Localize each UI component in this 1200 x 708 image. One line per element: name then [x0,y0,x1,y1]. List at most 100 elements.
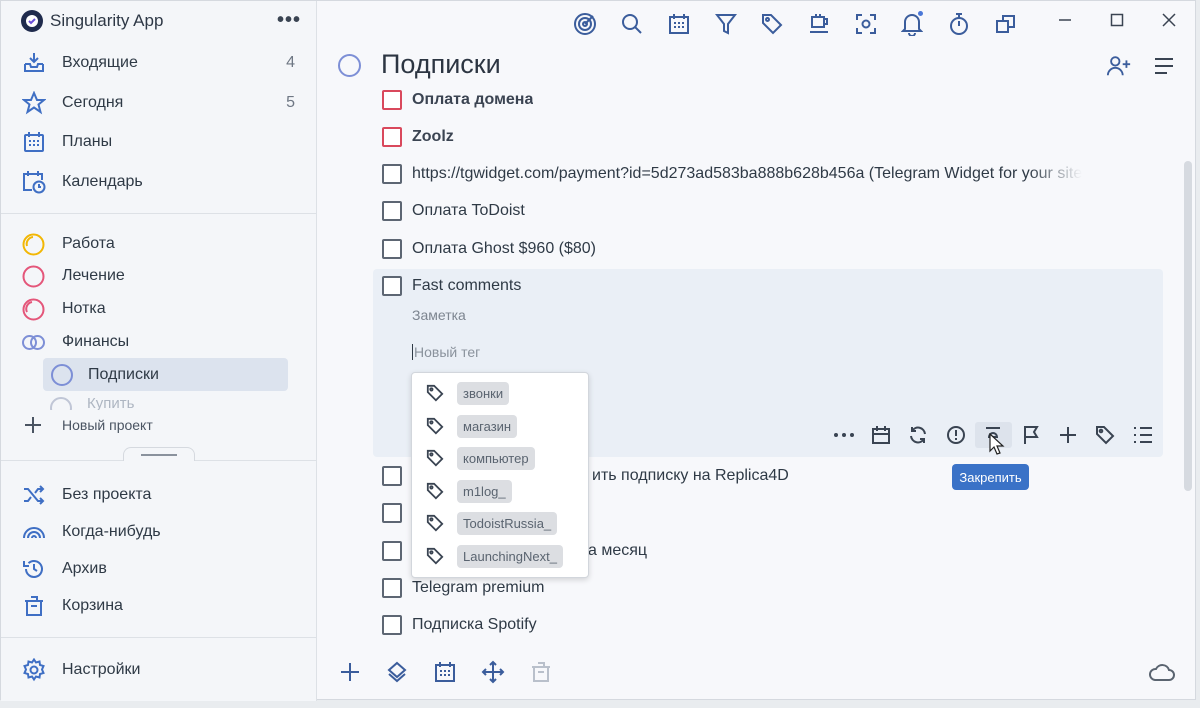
count-badge: 5 [286,94,295,111]
page-title: Подписки [381,49,501,79]
sidebar-item-someday[interactable]: Когда-нибудь [21,517,297,547]
tag-option[interactable]: m1log_ [426,478,586,504]
habit-cup-icon[interactable] [806,11,832,37]
task-title[interactable]: Zoolz [412,128,454,146]
tag-icon[interactable] [759,11,785,37]
sidebar-item-no-project[interactable]: Без проекта [21,480,297,510]
tag-option[interactable]: компьютер [426,445,586,471]
sidebar-item-inbox[interactable]: Входящие 4 [21,48,297,78]
menu-lines-icon[interactable] [1151,53,1177,79]
history-icon [21,557,46,582]
project-finance[interactable]: Финансы [21,328,297,356]
project-status-circle[interactable] [338,54,361,77]
scrollbar[interactable] [1184,161,1192,491]
mouse-cursor-icon [989,432,1005,460]
sidebar-item-calendar[interactable]: Календарь [21,167,297,197]
layers-icon[interactable] [384,659,410,685]
minimize-button[interactable] [1050,9,1080,31]
project-notka[interactable]: Нотка [21,295,297,323]
task-title[interactable]: Оплата ToDoist [412,202,525,220]
delete-icon[interactable] [528,659,554,685]
task-title[interactable]: Telegram premium [412,579,544,597]
task-checkbox[interactable] [382,466,402,486]
project-subscriptions[interactable]: Подписки [43,358,288,391]
repeat-icon[interactable] [900,422,937,448]
task-title[interactable]: Fast comments [412,277,521,295]
task-row: Оплата ToDoist [382,199,1122,223]
focus-icon[interactable] [572,11,598,37]
task-checkbox[interactable] [382,276,402,296]
task-row-expanded: Fast comments [382,274,1122,298]
gear-icon [21,658,46,683]
task-title[interactable]: https://tgwidget.com/payment?id=5d273ad5… [412,165,1082,183]
project-label: Работа [62,235,115,252]
task-title[interactable]: Оплата домена [412,91,533,109]
project-circle-icon [22,265,45,287]
move-icon[interactable] [480,659,506,685]
divider [1,637,317,638]
task-checkbox[interactable] [382,503,402,523]
bell-icon[interactable] [899,11,925,37]
task-checkbox[interactable] [382,578,402,598]
tag-icon[interactable] [1087,422,1124,448]
add-task-icon[interactable] [337,659,363,685]
sidebar-item-label: Сегодня [62,94,124,111]
priority-icon[interactable] [937,422,974,448]
task-title[interactable]: а месяц [588,542,647,560]
sidebar-item-label: Когда-нибудь [62,523,161,540]
note-field[interactable]: Заметка [412,307,466,323]
notification-dot [918,11,923,16]
windows-icon[interactable] [993,11,1019,37]
project-label: Нотка [62,300,106,317]
task-checkbox[interactable] [382,164,402,184]
new-project-label: Новый проект [62,417,153,433]
sidebar-item-plans[interactable]: Планы [21,127,297,157]
scan-icon[interactable] [853,11,879,37]
sidebar-item-settings[interactable]: Настройки [21,655,297,685]
new-tag-input[interactable]: Новый тег [412,344,480,360]
sidebar-item-archive[interactable]: Архив [21,554,297,584]
task-title[interactable]: Подписка Spotify [412,616,537,634]
maximize-button[interactable] [1102,9,1132,31]
resize-handle[interactable] [123,447,195,461]
sidebar-item-today[interactable]: Сегодня 5 [21,88,297,118]
calendar-icon[interactable] [432,659,458,685]
tag-option[interactable]: LaunchingNext_ [426,543,586,569]
close-button[interactable] [1154,9,1184,31]
project-treatment[interactable]: Лечение [21,262,297,290]
task-checkbox[interactable] [382,127,402,147]
add-subtask-icon[interactable] [1049,422,1086,448]
task-checkbox[interactable] [382,239,402,259]
flag-icon[interactable] [1012,422,1049,448]
new-project-button[interactable]: Новый проект [23,415,153,435]
project-label: Лечение [62,267,125,284]
filter-icon[interactable] [713,11,739,37]
tag-chip: компьютер [457,446,535,470]
project-label: Финансы [62,333,130,350]
task-checkbox[interactable] [382,90,402,110]
calendar-icon[interactable] [666,11,692,37]
search-icon[interactable] [619,11,645,37]
task-title[interactable]: ить подписку на Replica4D [592,467,789,485]
cloud-sync-icon[interactable] [1149,659,1175,685]
tag-option[interactable]: звонки [426,380,586,406]
more-icon[interactable] [825,422,862,448]
sidebar-item-trash[interactable]: Корзина [21,591,297,621]
date-icon[interactable] [862,422,899,448]
task-checkbox[interactable] [382,615,402,635]
app-menu-button[interactable]: ••• [277,10,301,30]
project-buy[interactable]: Купить [49,396,134,410]
app-window: Singularity App ••• Входящие 4 Сегодня 5… [0,0,1196,701]
app-logo-icon [21,10,43,32]
tag-option[interactable]: магазин [426,413,586,439]
checklist-icon[interactable] [1124,422,1161,448]
add-user-icon[interactable] [1106,53,1132,79]
task-title[interactable]: Оплата Ghost $960 ($80) [412,240,596,258]
tag-option[interactable]: TodoistRussia_ [426,510,586,536]
task-checkbox[interactable] [382,541,402,561]
project-work[interactable]: Работа [21,230,297,258]
star-icon [21,91,46,116]
timer-icon[interactable] [946,11,972,37]
task-checkbox[interactable] [382,201,402,221]
project-circle-icon [22,233,45,255]
